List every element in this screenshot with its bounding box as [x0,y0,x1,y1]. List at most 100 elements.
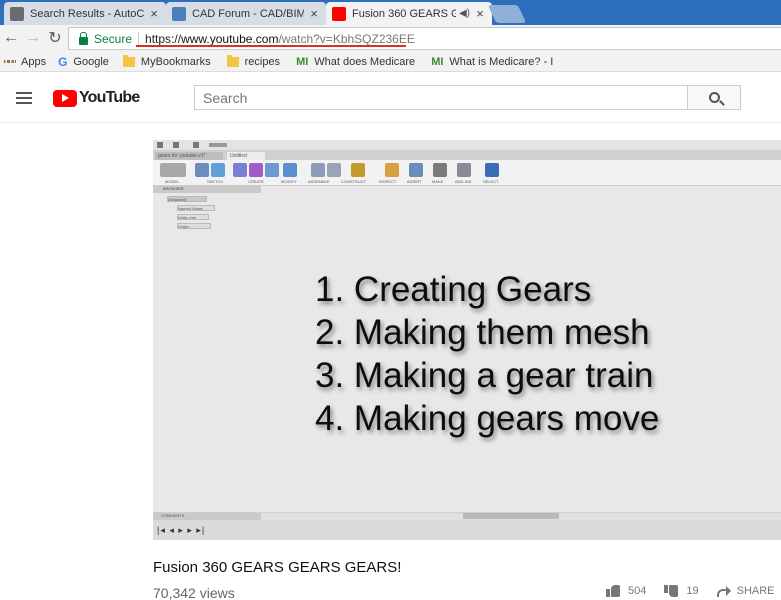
make-icon [433,163,447,177]
video-title: Fusion 360 GEARS GEARS GEARS! [153,559,402,576]
close-icon[interactable]: × [474,6,486,21]
ribbon-label: ASSEMBLE [308,179,330,184]
topic-item: 3. Making a gear train [315,356,654,395]
close-icon[interactable]: × [308,6,320,21]
search-icon [708,92,720,103]
url-host: www.youtube.com [181,31,279,46]
fusion-tree-item: Named Views [177,205,215,211]
folder-icon [226,54,239,67]
grid-icon [157,142,163,148]
fusion-doc-tab: gears for youtube v1* [155,152,223,160]
bookmark-label: Apps [21,55,47,68]
fusion-title-bar [153,140,781,151]
youtube-logo-text: YouTube [79,89,140,106]
video-actions: 504 19 SHARE [606,585,775,597]
undo-redo-icon [209,143,227,147]
ribbon-label: SKETCH [207,179,224,184]
speaker-icon[interactable]: ◀) [459,8,470,19]
youtube-logo[interactable]: YouTube [53,89,140,107]
assemble-icon [327,163,341,177]
bookmark-google[interactable]: G Google [58,55,109,69]
topic-item: 4. Making gears move [315,399,660,438]
ribbon-label: INSERT [407,179,422,184]
ribbon-label: SELECT [483,179,499,184]
tab-title: Search Results - AutoCAD [30,7,144,20]
reload-icon[interactable]: ↻ [46,29,64,47]
assemble-icon [311,163,325,177]
bookmark-recipes[interactable]: recipes [226,54,281,68]
create-icon [233,163,247,177]
share-icon[interactable] [716,586,731,597]
like-icon[interactable] [606,585,620,597]
bookmark-label: recipes [244,55,281,68]
tab-fusion-360-gears[interactable]: Fusion 360 GEARS GE ◀) × [326,2,492,25]
create-icon [249,163,263,177]
youtube-play-icon [53,89,77,107]
lock-icon [79,31,88,45]
inspect-icon [385,163,399,177]
view-count: 70,342 views [153,585,235,600]
secure-label: Secure [94,31,133,46]
new-tab-button[interactable] [487,5,527,23]
youtube-header: YouTube [0,73,781,123]
video-player[interactable]: gears for youtube v1* Untitled MODEL SKE… [153,140,781,540]
fusion-document-tabs: gears for youtube v1* Untitled [153,151,781,160]
sketch-icon [195,163,209,177]
fusion-doc-tab: Untitled [227,152,265,160]
sketch-icon [211,163,225,177]
menu-icon[interactable] [16,92,32,104]
bookmark-label: MyBookmarks [140,55,211,68]
bookmark-label: What does Medicare [314,55,416,68]
browser-tab-strip: Search Results - AutoCAD × CAD Forum - C… [0,0,781,25]
forward-arrow-icon[interactable]: → [24,29,42,47]
search-input[interactable] [194,85,688,110]
close-icon[interactable]: × [148,6,160,21]
fusion-navigation-toolbar [463,513,559,519]
fusion-comments-header: COMMENTS [153,513,261,520]
url-path: /watch?v=KbhSQZ236EE [278,31,415,46]
fusion-tree-item: Origin [177,223,211,229]
share-label[interactable]: SHARE [737,585,775,597]
tab-autocad-search[interactable]: Search Results - AutoCAD × [4,2,166,25]
ribbon-label: MODIFY [281,179,297,184]
bookmark-what-does-medicare[interactable]: MI What does Medicare [296,56,415,68]
bookmark-apps[interactable]: Apps [4,56,46,68]
ribbon-label: MODEL [165,179,180,184]
cadforum-icon [172,6,186,21]
fusion-tree-item: Units: mm [177,214,209,220]
dislike-icon[interactable] [664,585,678,597]
apps-grid-icon [4,56,15,67]
tab-title: Fusion 360 GEARS GE [352,7,456,20]
ribbon-label: CONSTRUCT [341,179,367,184]
topic-item: 2. Making them mesh [315,313,650,352]
mi-icon: MI [296,55,309,68]
fusion-browser-header: BROWSER [153,186,261,193]
ribbon-label: CREATE [248,179,264,184]
model-workspace-icon [160,163,186,177]
autocad-icon [10,6,24,21]
tab-cad-forum[interactable]: CAD Forum - CAD/BIM Li × [166,2,326,25]
url-annotation-underline [136,45,406,47]
url-scheme: https:// [145,31,182,46]
bookmark-what-is-medicare[interactable]: MI What is Medicare? - I [431,56,553,68]
insert-icon [409,163,423,177]
ribbon-label: ADD-INS [455,179,472,184]
timeline-controls-icon: |◂ ◂ ▸ ▸ ▸| [157,525,206,535]
gear-topics-list: 1. Creating Gears 2. Making them mesh 3.… [315,268,659,440]
file-icon [173,142,179,148]
ribbon-label: MAKE [432,179,444,184]
fusion-timeline: |◂ ◂ ▸ ▸ ▸| [153,520,781,540]
folder-icon [122,54,135,67]
search-button[interactable] [687,85,741,110]
construct-icon [351,163,365,177]
fusion-tree-item: (Unsaved) [167,196,207,202]
select-icon [485,163,499,177]
ribbon-label: INSPECT [379,179,397,184]
save-icon [193,142,199,148]
back-arrow-icon[interactable]: ← [2,29,20,47]
modify-icon [283,163,297,177]
bookmark-mybookmarks[interactable]: MyBookmarks [122,54,211,68]
tab-title: CAD Forum - CAD/BIM Li [192,7,304,20]
dislike-count: 19 [686,585,699,597]
url-text[interactable]: https://www.youtube.com/watch?v=KbhSQZ23… [145,32,415,46]
